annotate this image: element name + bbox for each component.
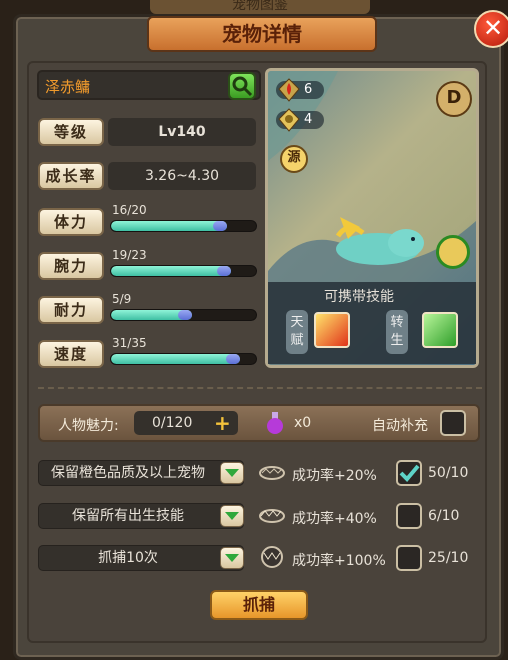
option-select-quality[interactable]: 保留橙色品质及以上宠物 [38,460,244,486]
chevron-down-icon [225,469,239,477]
option-checkbox-skills[interactable] [396,503,422,529]
chevron-down-icon [225,554,239,562]
plus-icon: + [214,411,231,435]
flame-badge-icon [278,78,300,102]
stat-bar-fill [111,310,193,320]
skills-strip: 可携带技能 天赋 转生 [268,282,476,364]
grade-d-icon: D [436,81,472,117]
trap-icon-large [261,546,283,568]
auto-refill-label: 自动补充 [372,418,428,434]
option-checkbox-count[interactable] [396,545,422,571]
capture-button[interactable]: 抓捕 [210,590,308,620]
add-charm-button[interactable]: + [214,413,231,433]
trap-icon-small [259,466,285,480]
rebirth-tag: 转生 [386,310,408,354]
trap-icon-medium [259,509,285,523]
divider [38,387,482,389]
search-icon [232,76,253,97]
stat-label-speed: 速度 [38,340,104,368]
stat-text-endurance: 5/9 [112,292,132,306]
stat-bar-hp [110,220,257,232]
potion-icon [267,412,283,434]
source-icon[interactable]: 源 [280,145,308,173]
auto-refill-checkbox[interactable] [440,410,466,436]
option-dropdown-skills[interactable] [220,505,244,527]
option-select-count[interactable]: 抓捕10次 [38,545,244,571]
option-rate-count: 成功率+100% [292,553,386,569]
option-rate-skills: 成功率+40% [292,511,377,527]
option-count-quality: 50/10 [428,465,469,481]
stat-bar-strength [110,265,257,277]
option-count-skills: 6/10 [428,508,460,524]
charm-bar: 人物魅力: 0/120 + x0 自动补充 [38,404,480,442]
talent-skill-icon[interactable] [314,312,350,348]
option-dropdown-count[interactable] [220,547,244,569]
stat-bar-endurance [110,309,257,321]
growth-value: 3.26~4.30 [108,162,256,190]
close-button[interactable]: ✕ [474,10,508,48]
stat-bar-speed [110,353,257,365]
stat-text-hp: 16/20 [112,203,147,217]
rebirth-skill-icon[interactable] [422,312,458,348]
level-value: Lv140 [108,118,256,146]
stat-bar-fill [111,221,227,231]
option-dropdown-quality[interactable] [220,462,244,484]
stat-chip-2: 4 [276,108,324,132]
star-badge-icon [278,108,300,132]
talent-tag: 天赋 [286,310,308,354]
growth-label: 成长率 [38,162,104,190]
stat-text-strength: 19/23 [112,248,147,262]
level-label: 等级 [38,118,104,146]
search-button[interactable] [228,72,256,100]
stat-bar-fill [111,266,232,276]
stat-text-speed: 31/35 [112,336,147,350]
close-icon: ✕ [482,14,504,42]
page-title: 宠物详情 [147,16,377,52]
pawprint-icon[interactable] [436,235,470,269]
option-checkbox-quality[interactable] [396,460,422,486]
stat-label-hp: 体力 [38,208,104,236]
stat-label-endurance: 耐力 [38,296,104,324]
stat-label-strength: 腕力 [38,252,104,280]
checkmark-icon [399,464,420,482]
chevron-down-icon [225,512,239,520]
stat-bar-fill [111,354,241,364]
stat-chip-1: 6 [276,78,324,102]
option-rate-quality: 成功率+20% [292,468,377,484]
skills-title: 可携带技能 [324,289,394,305]
charm-label: 人物魅力: [58,418,119,434]
option-count-count: 25/10 [428,550,469,566]
option-select-skills[interactable]: 保留所有出生技能 [38,503,244,529]
window-title-strip: 宠物图鉴 [150,0,370,14]
potion-count: x0 [294,415,312,431]
